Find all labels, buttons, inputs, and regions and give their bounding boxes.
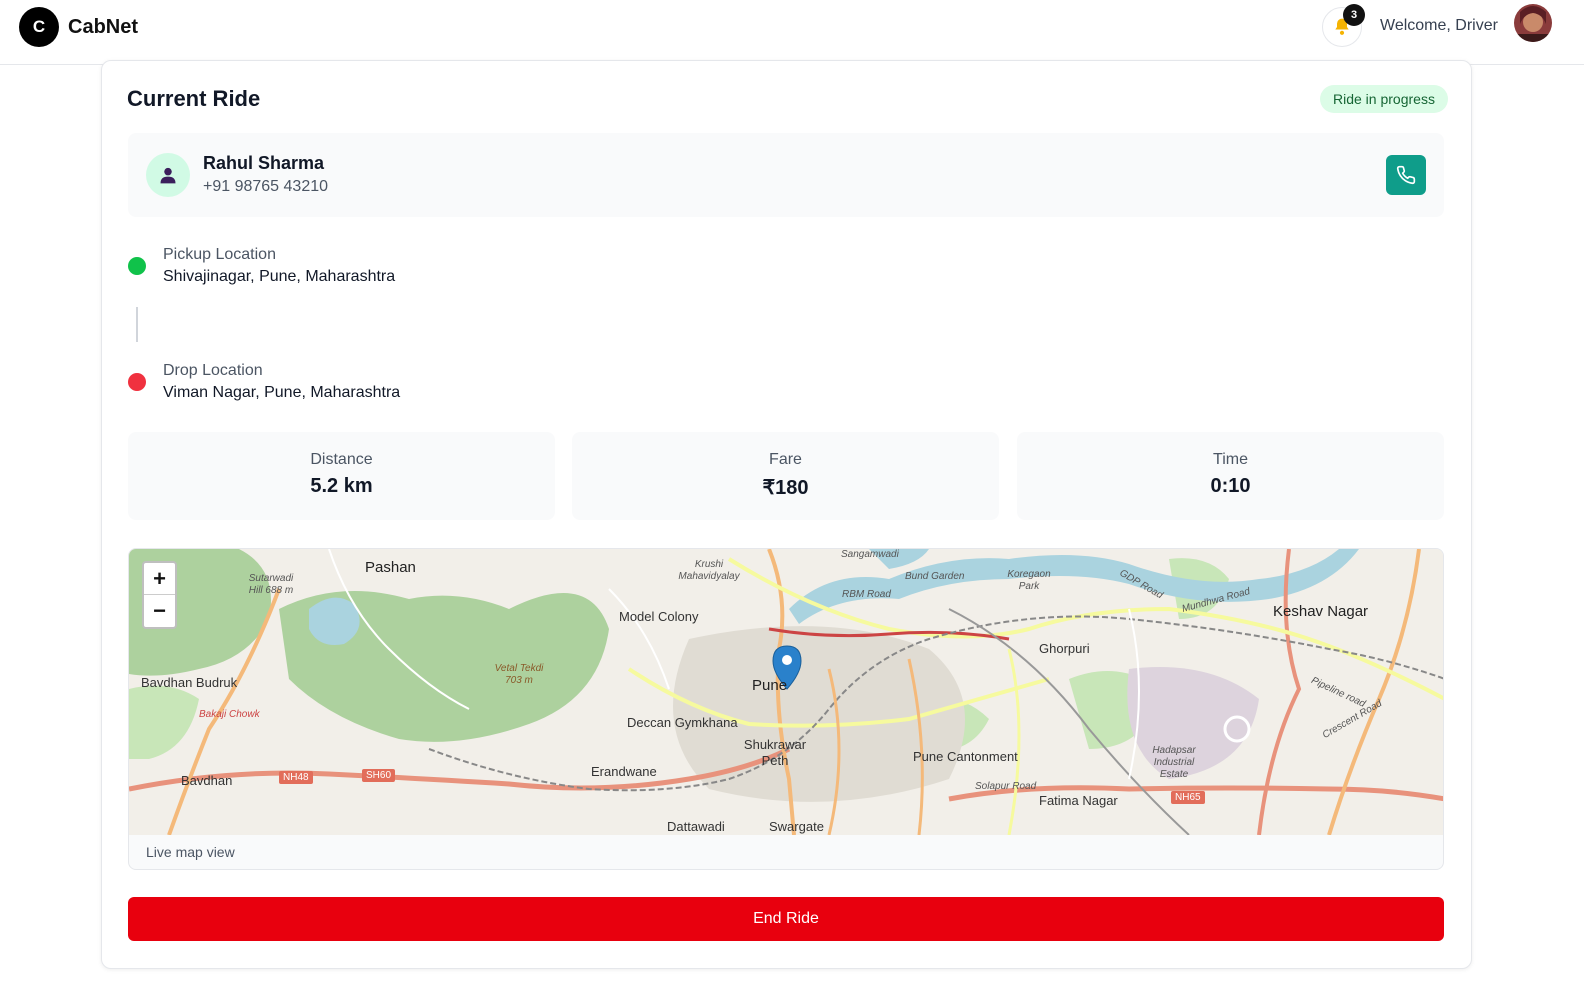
map-shield-nh65: NH65 [1171,791,1205,804]
page-title: Current Ride [127,86,261,111]
map-label-vetal-tekdi: Vetal Tekdi 703 m [494,663,544,686]
map-label-pune-cantonment: Pune Cantonment [913,749,1018,764]
pickup-dot [128,257,146,275]
map-label-pune: Pune [752,677,788,694]
map-label-pashan: Pashan [365,559,416,576]
fare-value: ₹180 [762,477,809,499]
status-badge: Ride in progress [1320,85,1448,113]
end-ride-button[interactable]: End Ride [128,897,1444,941]
drop-dot [128,373,146,391]
notification-badge: 3 [1343,4,1365,26]
map-shield-nh48: NH48 [279,771,313,784]
time-stat: Time 0:10 [1017,432,1444,520]
zoom-in-button[interactable]: + [144,563,175,595]
time-label: Time [1213,451,1248,468]
map-zoom-control: + − [142,561,177,629]
map-panel: Pashan Krushi Mahavidyalay Sangamwadi Bu… [128,548,1444,870]
distance-label: Distance [310,451,373,468]
map-shield-sh60: SH60 [362,769,396,782]
map-label-deccan-gymkhana: Deccan Gymkhana [627,715,738,730]
map-label-dattawadi: Dattawadi [667,819,725,834]
rider-name: Rahul Sharma [203,153,325,173]
top-bar: C CabNet 3 Welcome, Driver [0,0,1584,65]
map-caption: Live map view [146,844,235,860]
map-label-sutarwadi: Sutarwadi Hill 688 m [248,573,294,596]
live-map[interactable]: Pashan Krushi Mahavidyalay Sangamwadi Bu… [129,549,1443,835]
map-label-fatima-nagar: Fatima Nagar [1039,793,1118,808]
pickup-label: Pickup Location [163,246,276,263]
brand-name[interactable]: CabNet [68,16,138,39]
time-value: 0:10 [1210,475,1251,497]
map-label-bavdhan: Bavdhan [181,773,233,788]
rider-phone: +91 98765 43210 [203,178,329,195]
avatar-image [1514,4,1552,42]
drop-label: Drop Location [163,362,263,379]
drop-value: Viman Nagar, Pune, Maharashtra [163,384,401,401]
map-label-erandwane: Erandwane [591,764,657,779]
map-label-koregaon: Koregaon Park [1007,569,1051,592]
phone-icon [1396,165,1416,185]
map-label-bund-garden: Bund Garden [905,571,965,582]
fare-stat: Fare ₹180 [572,432,999,520]
map-label-ghorpuri: Ghorpuri [1039,641,1090,656]
map-label-shukrawar-peth: Shukrawar Peth [743,737,807,768]
map-label-hadapsar: Hadapsar Industrial Estate [1152,745,1196,780]
map-label-model-colony: Model Colony [619,609,699,624]
call-rider-button[interactable] [1386,155,1426,195]
welcome-text: Welcome, Driver [1380,17,1498,34]
rider-panel [128,133,1444,217]
rider-avatar [146,153,190,197]
distance-value: 5.2 km [310,475,373,497]
map-label-bavdhan-budruk: Bavdhan Budruk [141,675,238,690]
map-label-bakaji-chowk: Bakaji Chowk [199,709,260,720]
map-label-sangamwadi: Sangamwadi [841,549,899,560]
map-label-solapur-road: Solapur Road [975,781,1037,792]
map-label-swargate: Swargate [769,819,824,834]
brand-logo[interactable]: C [19,7,59,47]
route-connector [136,307,138,342]
map-label-rbm-road: RBM Road [842,589,891,600]
distance-stat: Distance 5.2 km [128,432,555,520]
fare-label: Fare [769,451,802,468]
zoom-out-button[interactable]: − [144,595,175,627]
pickup-value: Shivajinagar, Pune, Maharashtra [163,268,396,285]
person-icon [160,167,176,184]
map-label-keshav-nagar: Keshav Nagar [1273,603,1369,620]
map-label-krushi: Krushi Mahavidyalay [678,559,740,582]
user-avatar[interactable] [1514,4,1552,42]
